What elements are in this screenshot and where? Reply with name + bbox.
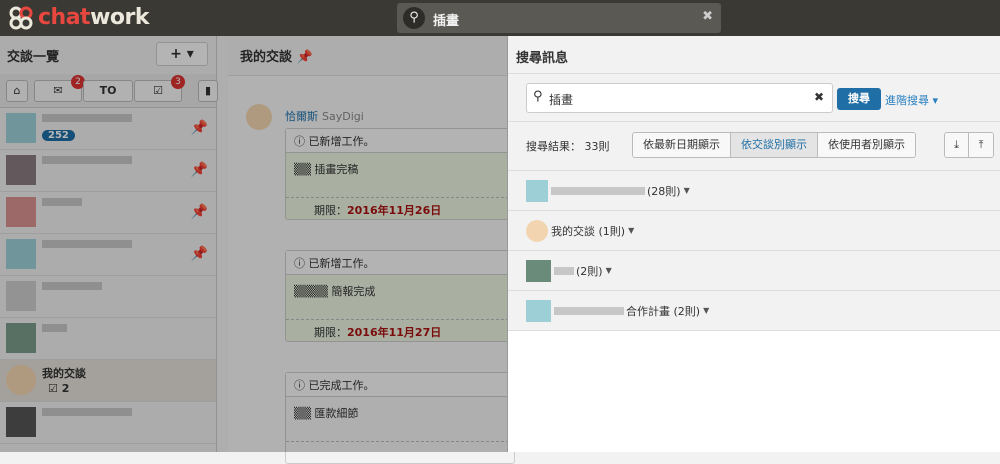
- clear-icon[interactable]: ✖: [702, 9, 713, 24]
- room-avatar: [526, 299, 551, 322]
- collapse-all-icon[interactable]: ⤒: [969, 133, 993, 157]
- search-icon: ⚲: [533, 89, 543, 104]
- result-group[interactable]: 我的交談 (1則) ▼: [508, 211, 1000, 251]
- advanced-search-link[interactable]: 進階搜尋 ▾: [885, 92, 938, 108]
- room-avatar: [526, 259, 551, 282]
- clear-icon[interactable]: ✖: [814, 90, 824, 104]
- result-count: 搜尋結果： 33則: [526, 140, 610, 153]
- view-toggle: 依最新日期顯示 依交談別顯示 依使用者別顯示: [632, 132, 916, 158]
- logo-icon: [9, 6, 33, 29]
- search-value: 插畫: [549, 93, 574, 107]
- caret-down-icon: ▼: [703, 306, 710, 315]
- result-label: (28則): [647, 184, 681, 198]
- caret-down-icon: ▼: [683, 186, 690, 195]
- view-by-date-button[interactable]: 依最新日期顯示: [633, 133, 731, 157]
- modal-backdrop[interactable]: [0, 36, 507, 452]
- caret-down-icon: ▼: [628, 226, 635, 235]
- search-button[interactable]: 搜尋: [837, 88, 881, 110]
- result-label: 合作計畫 (2則): [626, 304, 701, 318]
- result-group[interactable]: (2則) ▼: [508, 251, 1000, 291]
- chatwork-logo[interactable]: chatwork: [8, 5, 149, 30]
- room-avatar: [526, 219, 548, 242]
- room-avatar: [526, 179, 548, 202]
- view-by-user-button[interactable]: 依使用者別顯示: [818, 133, 915, 157]
- search-panel: 搜尋訊息 ⚲ 插畫 ✖ 搜尋 進階搜尋 ▾ 搜尋結果： 33則 依最新日期顯示 …: [507, 36, 1000, 452]
- brand-text: chat: [38, 5, 91, 30]
- search-input[interactable]: ⚲ 插畫 ✖: [526, 83, 833, 113]
- result-label: (2則): [576, 264, 603, 278]
- panel-title: 搜尋訊息: [508, 36, 1000, 74]
- global-search-input[interactable]: ⚲ 插畫 ✖: [397, 3, 721, 33]
- result-label: 我的交談 (1則): [551, 224, 626, 238]
- result-group[interactable]: (28則) ▼: [508, 171, 1000, 211]
- view-by-room-button[interactable]: 依交談別顯示: [731, 133, 818, 157]
- caret-down-icon: ▼: [605, 266, 612, 275]
- result-group[interactable]: 合作計畫 (2則) ▼: [508, 291, 1000, 331]
- search-icon: ⚲: [403, 7, 425, 29]
- app-header: chatwork ⚲ 插畫 ✖: [0, 0, 1000, 36]
- brand-text-2: work: [90, 5, 149, 30]
- expand-all-icon[interactable]: ⤓: [945, 133, 969, 157]
- search-query: 插畫: [433, 14, 460, 29]
